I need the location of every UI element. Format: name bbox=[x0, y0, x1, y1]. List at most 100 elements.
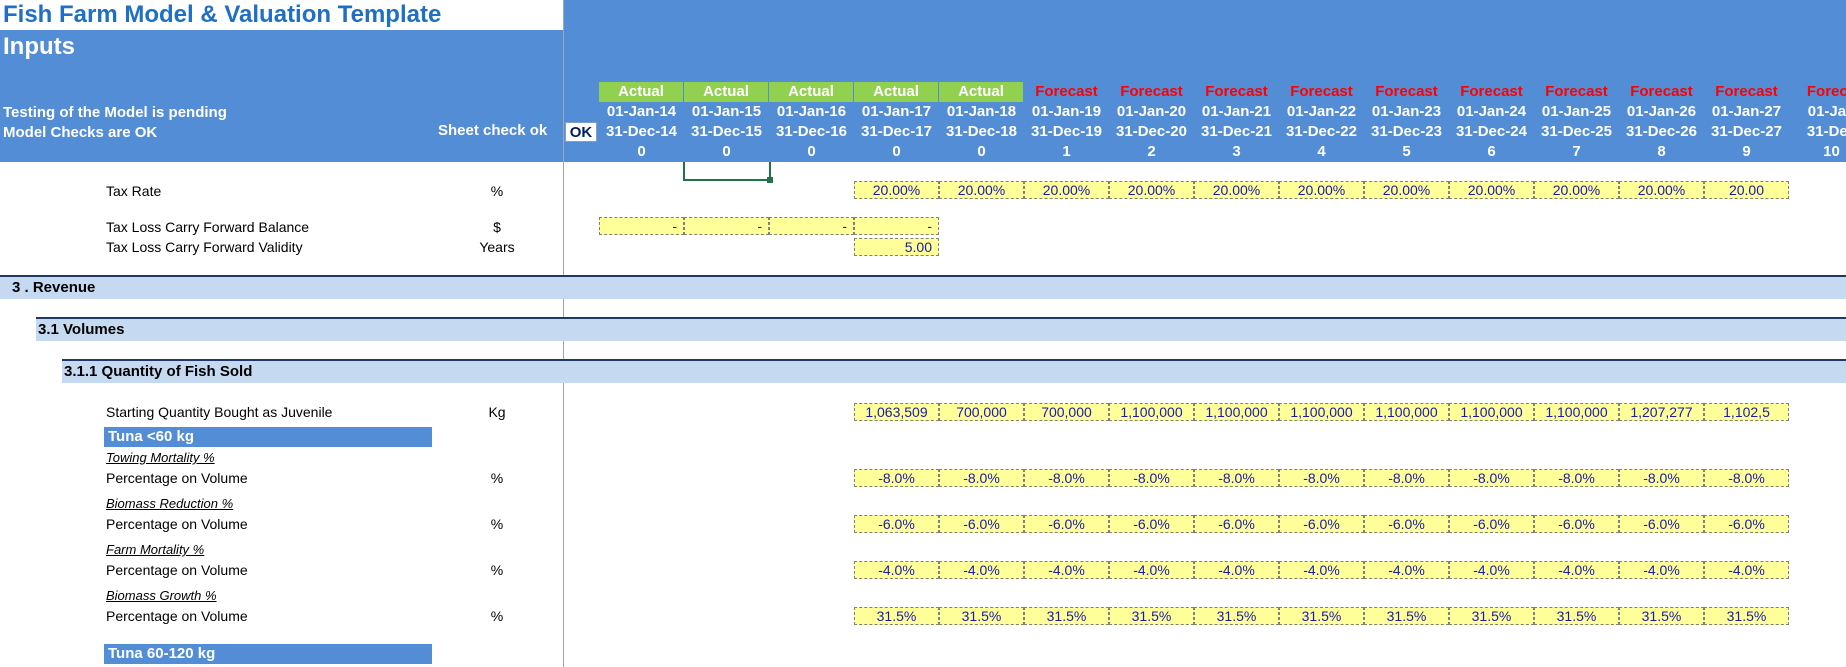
tax-rate-cell[interactable]: 20.00% bbox=[1024, 181, 1109, 199]
tax-rate-cell[interactable]: 20.00% bbox=[1619, 181, 1704, 199]
tax-rate-cell[interactable]: 20.00% bbox=[1109, 181, 1194, 199]
section-quantity-band bbox=[62, 359, 1846, 383]
towing-mortality-cell[interactable]: -8.0% bbox=[1619, 469, 1704, 487]
starting-quantity-cell[interactable]: 1,102,5 bbox=[1704, 403, 1789, 421]
tax-loss-balance-cell[interactable]: - bbox=[854, 217, 939, 235]
biomass-growth-cell[interactable]: 31.5% bbox=[1109, 607, 1194, 625]
starting-quantity-label: Starting Quantity Bought as Juvenile bbox=[106, 404, 333, 420]
period-phase: Foreca bbox=[1806, 83, 1846, 100]
tax-loss-balance-cell[interactable]: - bbox=[684, 217, 769, 235]
starting-quantity-cell[interactable]: 1,100,000 bbox=[1449, 403, 1534, 421]
biomass-reduction-cell[interactable]: -6.0% bbox=[1364, 515, 1449, 533]
starting-quantity-cell[interactable]: 1,100,000 bbox=[1109, 403, 1194, 421]
period-end-date: 31-Dec-14 bbox=[606, 123, 677, 140]
tax-loss-balance-label: Tax Loss Carry Forward Balance bbox=[106, 219, 310, 235]
period-end-date: 31-Dec-17 bbox=[861, 123, 932, 140]
period-end-date: 31-Dec-16 bbox=[776, 123, 847, 140]
farm-mortality-cell[interactable]: -4.0% bbox=[1279, 561, 1364, 579]
period-start-date: 01-Jan-15 bbox=[691, 103, 762, 120]
sheet-check-label: Sheet check ok bbox=[438, 122, 548, 139]
starting-quantity-cell[interactable]: 700,000 bbox=[1024, 403, 1109, 421]
biomass-reduction-cell[interactable]: -6.0% bbox=[854, 515, 939, 533]
tax-loss-balance-cell[interactable]: - bbox=[599, 217, 684, 235]
period-phase: Forecast bbox=[1630, 83, 1693, 100]
biomass-reduction-cell[interactable]: -6.0% bbox=[1704, 515, 1789, 533]
biomass-reduction-cell[interactable]: -6.0% bbox=[1194, 515, 1279, 533]
tax-rate-cell[interactable]: 20.00 bbox=[1704, 181, 1789, 199]
selected-cell[interactable] bbox=[683, 162, 771, 181]
section-quantity-title: 3.1.1 Quantity of Fish Sold bbox=[64, 363, 253, 380]
towing-mortality-title: Towing Mortality % bbox=[106, 450, 215, 465]
tax-rate-cell[interactable]: 20.00% bbox=[854, 181, 939, 199]
towing-mortality-cell[interactable]: -8.0% bbox=[1704, 469, 1789, 487]
biomass-reduction-cell[interactable]: -6.0% bbox=[1619, 515, 1704, 533]
biomass-growth-cell[interactable]: 31.5% bbox=[1449, 607, 1534, 625]
tax-rate-cell[interactable]: 20.00% bbox=[1279, 181, 1364, 199]
biomass-growth-cell[interactable]: 31.5% bbox=[854, 607, 939, 625]
period-number: 0 bbox=[722, 143, 731, 160]
farm-mortality-cell[interactable]: -4.0% bbox=[1194, 561, 1279, 579]
farm-mortality-cell[interactable]: -4.0% bbox=[1364, 561, 1449, 579]
farm-mortality-cell[interactable]: -4.0% bbox=[1619, 561, 1704, 579]
fill-handle[interactable] bbox=[767, 177, 773, 183]
starting-quantity-cell[interactable]: 1,100,000 bbox=[1194, 403, 1279, 421]
period-start-date: 01-Jan-25 bbox=[1541, 103, 1612, 120]
starting-quantity-cell[interactable]: 1,100,000 bbox=[1279, 403, 1364, 421]
starting-quantity-cell[interactable]: 1,063,509 bbox=[854, 403, 939, 421]
towing-mortality-cell[interactable]: -8.0% bbox=[1364, 469, 1449, 487]
period-phase: Forecast bbox=[1375, 83, 1438, 100]
starting-quantity-cell[interactable]: 1,100,000 bbox=[1534, 403, 1619, 421]
period-number: 4 bbox=[1317, 143, 1326, 160]
farm-mortality-cell[interactable]: -4.0% bbox=[1704, 561, 1789, 579]
biomass-growth-cell[interactable]: 31.5% bbox=[1364, 607, 1449, 625]
starting-quantity-cell[interactable]: 1,100,000 bbox=[1364, 403, 1449, 421]
tax-rate-cell[interactable]: 20.00% bbox=[1534, 181, 1619, 199]
towing-mortality-cell[interactable]: -8.0% bbox=[1109, 469, 1194, 487]
testing-status: Testing of the Model is pending bbox=[3, 104, 227, 121]
starting-quantity-cell[interactable]: 700,000 bbox=[939, 403, 1024, 421]
farm-mortality-cell[interactable]: -4.0% bbox=[854, 561, 939, 579]
towing-mortality-cell[interactable]: -8.0% bbox=[1024, 469, 1109, 487]
farm-mortality-title: Farm Mortality % bbox=[106, 542, 205, 557]
tax-rate-cell[interactable]: 20.00% bbox=[939, 181, 1024, 199]
towing-mortality-cell[interactable]: -8.0% bbox=[1194, 469, 1279, 487]
biomass-growth-cell[interactable]: 31.5% bbox=[1619, 607, 1704, 625]
biomass-reduction-cell[interactable]: -6.0% bbox=[1279, 515, 1364, 533]
tax-loss-validity-label: Tax Loss Carry Forward Validity bbox=[106, 239, 303, 255]
biomass-reduction-cell[interactable]: -6.0% bbox=[1109, 515, 1194, 533]
period-number: 0 bbox=[637, 143, 646, 160]
towing-mortality-cell[interactable]: -8.0% bbox=[854, 469, 939, 487]
biomass-growth-cell[interactable]: 31.5% bbox=[1024, 607, 1109, 625]
farm-mortality-cell[interactable]: -4.0% bbox=[1024, 561, 1109, 579]
towing-mortality-cell[interactable]: -8.0% bbox=[1279, 469, 1364, 487]
biomass-growth-pct-unit: % bbox=[490, 608, 504, 624]
tax-loss-balance-cell[interactable]: - bbox=[769, 217, 854, 235]
towing-mortality-cell[interactable]: -8.0% bbox=[1449, 469, 1534, 487]
farm-mortality-cell[interactable]: -4.0% bbox=[1449, 561, 1534, 579]
biomass-reduction-cell[interactable]: -6.0% bbox=[1449, 515, 1534, 533]
biomass-growth-cell[interactable]: 31.5% bbox=[939, 607, 1024, 625]
period-end-date: 31-Dec-24 bbox=[1456, 123, 1527, 140]
biomass-growth-cell[interactable]: 31.5% bbox=[1704, 607, 1789, 625]
tax-rate-cell[interactable]: 20.00% bbox=[1364, 181, 1449, 199]
group-tuna-under-60: Tuna <60 kg bbox=[104, 427, 432, 447]
biomass-reduction-pct-label: Percentage on Volume bbox=[106, 516, 248, 532]
farm-mortality-cell[interactable]: -4.0% bbox=[1109, 561, 1194, 579]
tax-rate-cell[interactable]: 20.00% bbox=[1449, 181, 1534, 199]
biomass-growth-cell[interactable]: 31.5% bbox=[1279, 607, 1364, 625]
biomass-reduction-cell[interactable]: -6.0% bbox=[939, 515, 1024, 533]
biomass-growth-cell[interactable]: 31.5% bbox=[1534, 607, 1619, 625]
biomass-reduction-cell[interactable]: -6.0% bbox=[1024, 515, 1109, 533]
towing-mortality-cell[interactable]: -8.0% bbox=[939, 469, 1024, 487]
towing-mortality-cell[interactable]: -8.0% bbox=[1534, 469, 1619, 487]
period-start-date: 01-Jan-22 bbox=[1286, 103, 1357, 120]
starting-quantity-cell[interactable]: 1,207,277 bbox=[1619, 403, 1704, 421]
tax-loss-validity-cell[interactable]: 5.00 bbox=[854, 238, 939, 256]
farm-mortality-cell[interactable]: -4.0% bbox=[1534, 561, 1619, 579]
biomass-reduction-cell[interactable]: -6.0% bbox=[1534, 515, 1619, 533]
biomass-growth-cell[interactable]: 31.5% bbox=[1194, 607, 1279, 625]
tax-rate-cell[interactable]: 20.00% bbox=[1194, 181, 1279, 199]
period-phase: Actual bbox=[684, 82, 768, 102]
ok-badge[interactable]: OK bbox=[565, 122, 597, 142]
farm-mortality-cell[interactable]: -4.0% bbox=[939, 561, 1024, 579]
